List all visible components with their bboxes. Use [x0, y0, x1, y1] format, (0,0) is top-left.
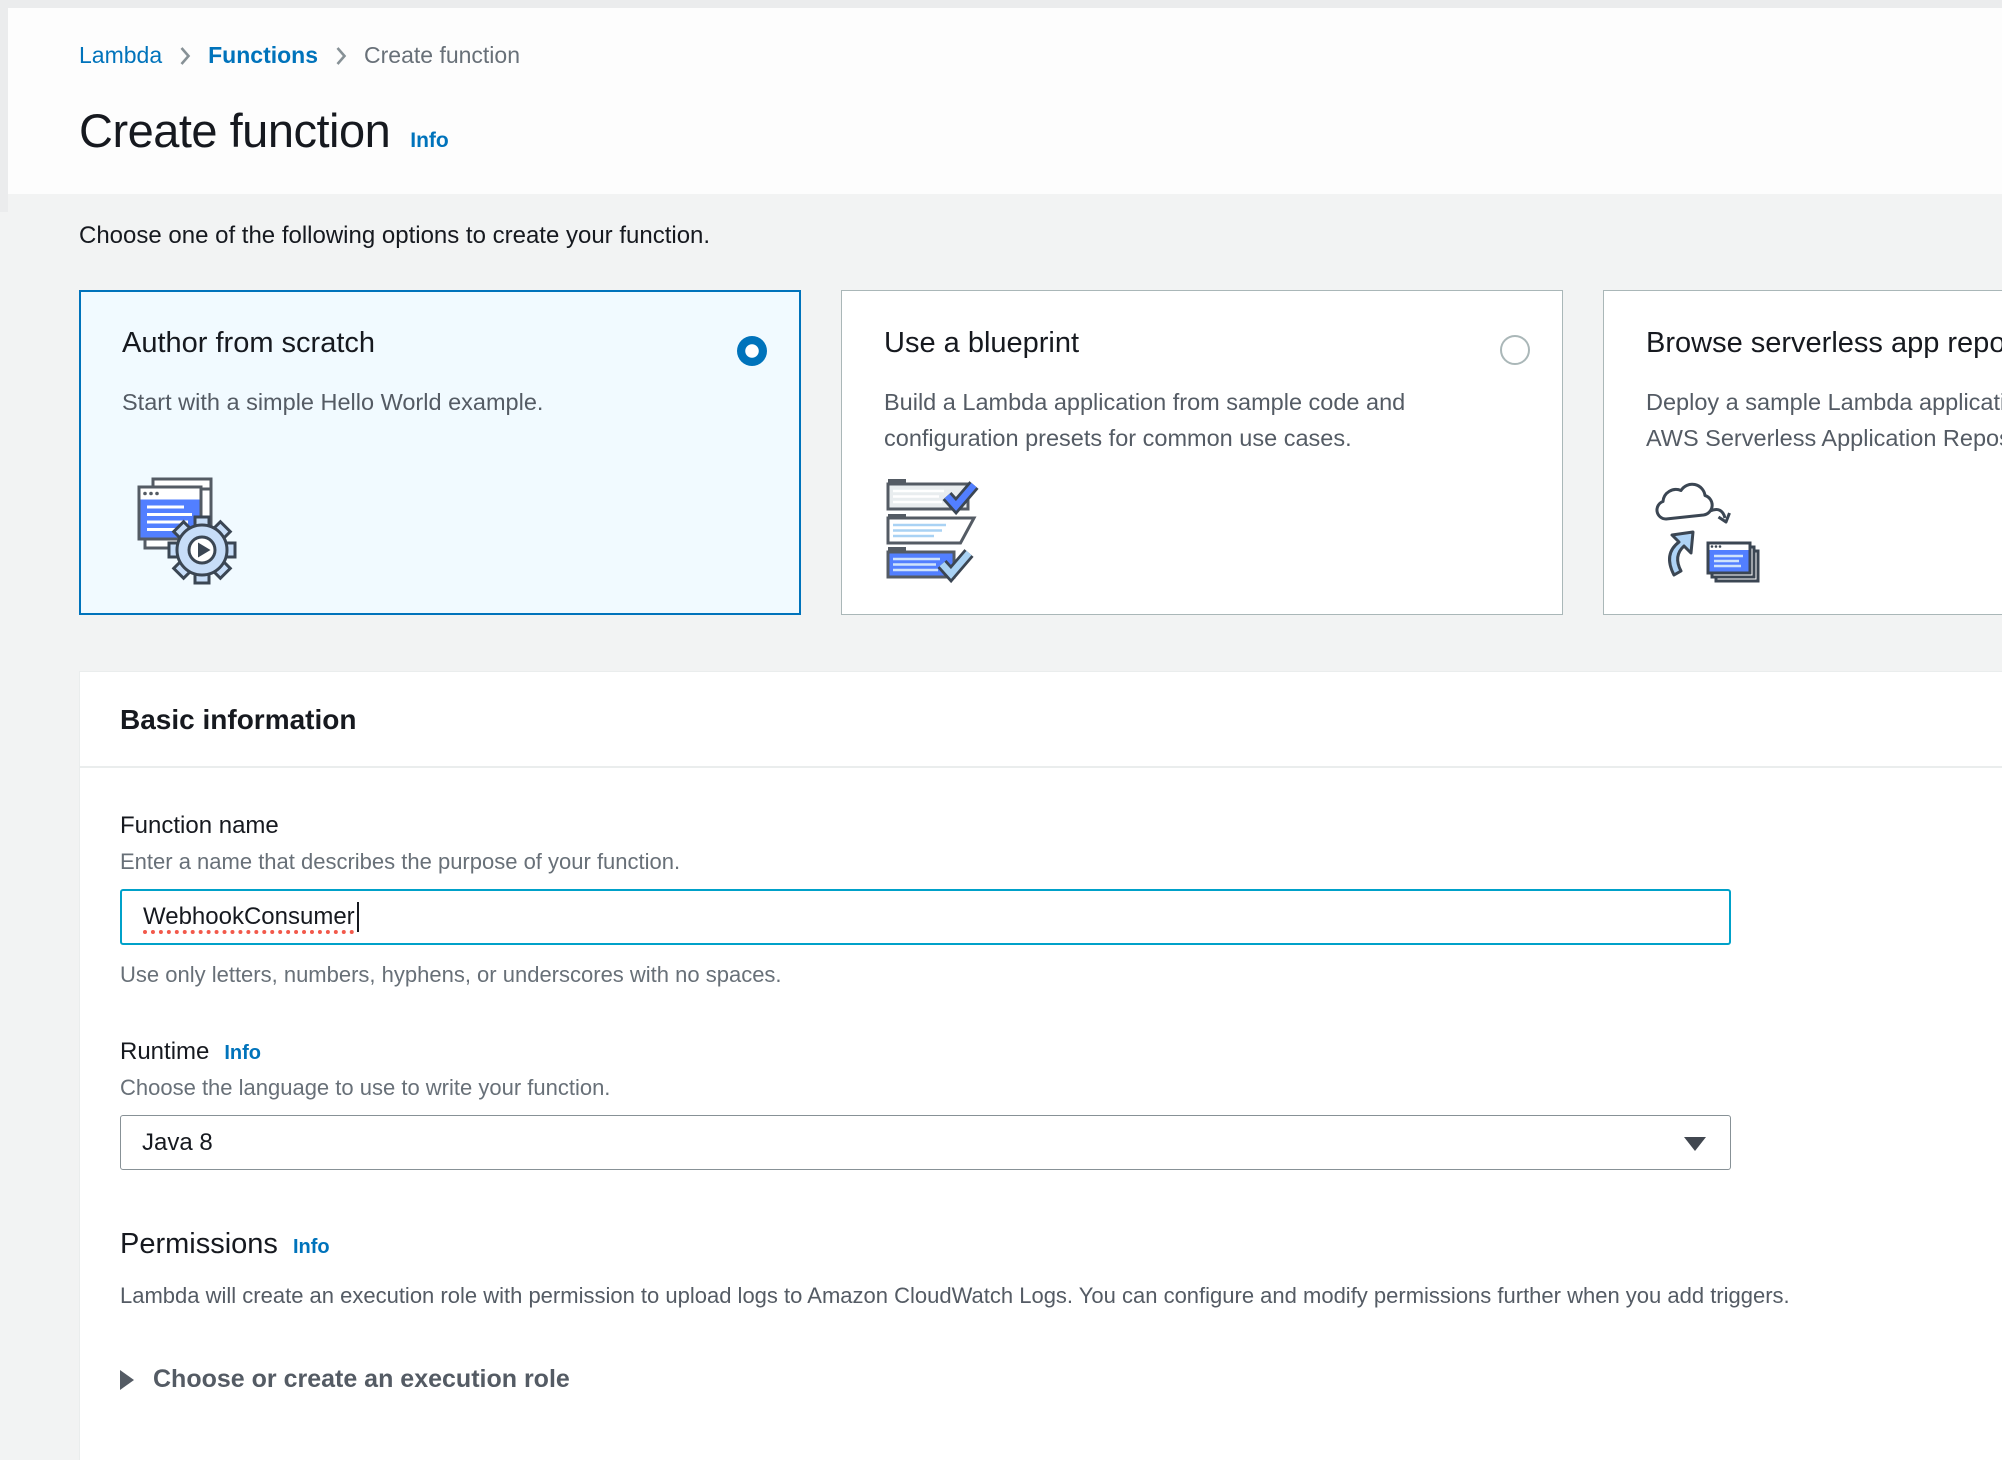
window-left-edge: [0, 0, 8, 212]
card-author-from-scratch[interactable]: Author from scratch Start with a simple …: [79, 290, 801, 615]
window-top-edge: [0, 0, 2002, 8]
runtime-info-link[interactable]: Info: [224, 1042, 261, 1065]
lambda-create-function-page: Lambda Functions Create function Create …: [0, 0, 2002, 1460]
function-name-input[interactable]: WebhookConsumer: [120, 889, 1731, 945]
card-title: Author from scratch: [122, 327, 766, 360]
basic-information-panel: Basic information Function name Enter a …: [79, 671, 2002, 1460]
card-description: Start with a simple Hello World example.: [122, 384, 766, 420]
permissions-title: Permissions: [120, 1228, 278, 1261]
card-description: Deploy a sample Lambda application from …: [1646, 384, 2002, 457]
serverless-app-repository-icon: [1646, 475, 1766, 592]
card-use-a-blueprint[interactable]: Use a blueprint Build a Lambda applicati…: [841, 290, 1563, 615]
card-title: Use a blueprint: [884, 327, 1528, 360]
card-browse-serverless-app-repository[interactable]: Browse serverless app repository Deploy …: [1603, 290, 2002, 615]
function-name-label: Function name: [120, 812, 1998, 840]
execution-role-expander[interactable]: Choose or create an execution role: [120, 1365, 1998, 1394]
card-description-line2: AWS Serverless Application Repository: [1646, 420, 2002, 456]
caret-down-icon: [1684, 1137, 1706, 1151]
runtime-helper: Choose the language to use to write your…: [120, 1075, 1998, 1101]
breadcrumb: Lambda Functions Create function: [79, 42, 2002, 69]
panel-title: Basic information: [120, 704, 1998, 736]
author-from-scratch-icon: [122, 474, 240, 591]
execution-role-expander-label: Choose or create an execution role: [153, 1365, 570, 1394]
runtime-selected-option: Java 8: [142, 1129, 213, 1157]
card-title: Browse serverless app repository: [1646, 327, 2002, 360]
radio-unselected-icon[interactable]: [1500, 335, 1530, 365]
permissions-section: Permissions Info Lambda will create an e…: [120, 1228, 1998, 1309]
runtime-select[interactable]: Java 8: [120, 1115, 1731, 1170]
page-subtitle: Choose one of the following options to c…: [79, 222, 2002, 250]
breadcrumb-lambda-link[interactable]: Lambda: [79, 42, 162, 69]
permissions-info-link[interactable]: Info: [293, 1236, 330, 1259]
page-title: Create function: [79, 103, 390, 158]
runtime-label: Runtime: [120, 1038, 209, 1066]
triangle-right-icon: [120, 1370, 134, 1390]
page-title-info-link[interactable]: Info: [410, 129, 448, 153]
breadcrumb-current: Create function: [364, 42, 520, 69]
page-header: Lambda Functions Create function Create …: [0, 0, 2002, 194]
creation-option-cards: Author from scratch Start with a simple …: [79, 290, 2002, 615]
card-description: Build a Lambda application from sample c…: [884, 384, 1528, 457]
function-name-hint: Use only letters, numbers, hyphens, or u…: [120, 962, 1998, 988]
blueprint-checklist-icon: [884, 475, 990, 592]
title-row: Create function Info: [79, 103, 2002, 158]
function-name-value: WebhookConsumer: [143, 903, 355, 931]
chevron-right-icon: [335, 46, 347, 66]
breadcrumb-functions-link[interactable]: Functions: [208, 42, 318, 69]
panel-body: Function name Enter a name that describe…: [80, 768, 2002, 1460]
runtime-field: Runtime Info Choose the language to use …: [120, 1038, 1998, 1170]
chevron-right-icon: [179, 46, 191, 66]
permissions-description: Lambda will create an execution role wit…: [120, 1283, 1998, 1309]
card-description-line1: Deploy a sample Lambda application from …: [1646, 384, 2002, 420]
function-name-helper: Enter a name that describes the purpose …: [120, 849, 1998, 875]
radio-selected-icon[interactable]: [737, 336, 767, 366]
text-cursor: [357, 902, 359, 932]
panel-header: Basic information: [80, 672, 2002, 768]
